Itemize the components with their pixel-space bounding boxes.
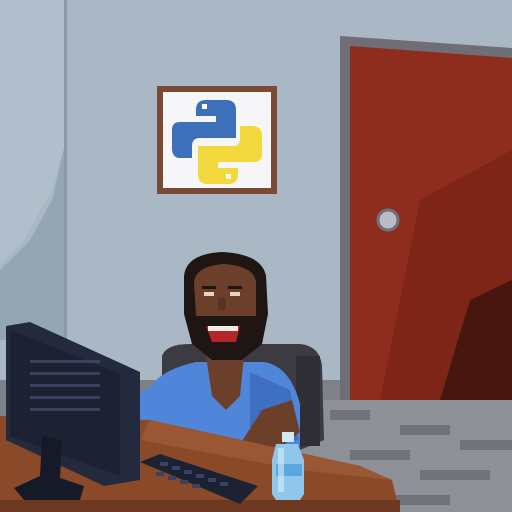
python-logo-eye-yellow <box>226 174 231 179</box>
game-scene <box>0 0 512 512</box>
door[interactable] <box>340 36 512 400</box>
python-logo-eye-blue <box>202 104 207 109</box>
left-eye <box>204 292 214 296</box>
wall-corner-line <box>64 0 67 340</box>
right-eye <box>230 292 240 296</box>
nose <box>218 298 226 310</box>
python-poster <box>157 86 277 194</box>
door-knob[interactable] <box>376 208 400 232</box>
